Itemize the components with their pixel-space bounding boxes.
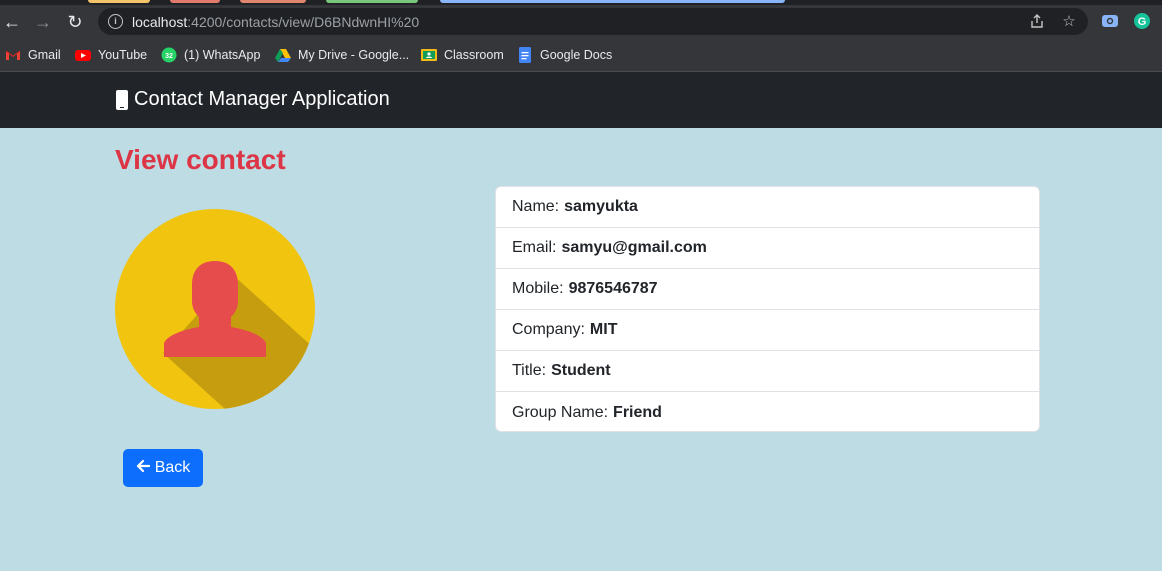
field-label: Mobile:: [512, 280, 564, 297]
svg-text:G: G: [1138, 16, 1147, 28]
list-item-mobile: Mobile: 9876546787: [496, 269, 1039, 310]
bookmark-classroom[interactable]: Classroom: [421, 38, 504, 71]
list-item-title: Title: Student: [496, 351, 1039, 392]
brand-label: Contact Manager Application: [134, 88, 390, 110]
field-value: 9876546787: [568, 280, 658, 297]
grammarly-icon[interactable]: G: [1133, 12, 1151, 30]
bookmark-label: Gmail: [28, 47, 61, 62]
contact-details-card: Name: samyukta Email: samyu@gmail.com Mobi…: [495, 186, 1040, 432]
field-value: Friend: [613, 403, 662, 421]
field-label: Name:: [512, 198, 560, 215]
google-docs-icon: [517, 46, 533, 63]
bookmark-star-icon[interactable]: ☆: [1060, 13, 1078, 31]
bookmark-youtube[interactable]: YouTube: [75, 38, 147, 71]
screen-capture-extension-icon[interactable]: [1101, 12, 1119, 30]
field-label: Title:: [512, 362, 547, 379]
address-bar[interactable]: i localhost:4200/contacts/view/D6BNdwnHI…: [98, 8, 1088, 35]
browser-tab[interactable]: [326, 0, 418, 3]
bookmarks-bar: Gmail YouTube 32 (1) WhatsApp My Drive -…: [0, 38, 1162, 72]
back-button[interactable]: Back: [123, 449, 203, 487]
field-value: samyukta: [564, 198, 638, 215]
bookmark-label: YouTube: [98, 47, 148, 62]
whatsapp-icon: 32: [161, 47, 177, 63]
field-value: MIT: [589, 321, 618, 338]
browser-tab[interactable]: [88, 0, 150, 3]
bookmark-whatsapp[interactable]: 32 (1) WhatsApp: [161, 38, 260, 71]
bookmark-label: My Drive - Google...: [298, 47, 410, 62]
url-text[interactable]: localhost:4200/contacts/view/D6BNdwnHI%2…: [132, 14, 419, 30]
youtube-icon: [75, 47, 91, 63]
back-button-label: Back: [154, 459, 191, 476]
list-item-email: Email: samyu@gmail.com: [496, 228, 1039, 269]
gmail-icon: [5, 47, 21, 63]
back-arrow-icon[interactable]: ←: [2, 12, 22, 32]
arrow-left-icon: [136, 459, 150, 478]
bookmark-google-drive[interactable]: My Drive - Google...: [275, 38, 409, 71]
field-label: Group Name:: [512, 403, 609, 421]
list-item-name: Name: samyukta: [496, 187, 1039, 228]
app-navbar: Contact Manager Application: [0, 72, 1162, 128]
classroom-icon: [421, 47, 437, 63]
field-label: Email:: [512, 239, 557, 256]
browser-tab-active[interactable]: [440, 0, 785, 3]
google-drive-icon: [275, 47, 291, 63]
bookmark-label: (1) WhatsApp: [184, 47, 261, 62]
reload-icon[interactable]: ↻: [65, 12, 85, 32]
forward-arrow-icon[interactable]: →: [33, 12, 53, 32]
list-item-company: Company: MIT: [496, 310, 1039, 351]
url-path: :4200/contacts/view/D6BNdwnHI%20: [187, 14, 420, 30]
user-avatar-icon: [115, 209, 315, 409]
field-label: Company:: [512, 321, 585, 338]
browser-tab[interactable]: [170, 0, 220, 3]
list-item-group-name: Group Name: Friend: [496, 392, 1039, 431]
field-value: samyu@gmail.com: [561, 239, 707, 256]
url-host: localhost: [132, 14, 188, 30]
navbar-brand[interactable]: Contact Manager Application: [116, 88, 390, 111]
browser-tab[interactable]: [240, 0, 306, 3]
bookmark-label: Classroom: [444, 47, 504, 62]
whatsapp-badge: 32: [165, 53, 173, 60]
share-icon[interactable]: [1028, 13, 1046, 31]
bookmark-gmail[interactable]: Gmail: [5, 38, 61, 71]
browser-toolbar: ← → ↻ i localhost:4200/contacts/view/D6B…: [0, 5, 1162, 38]
field-value: Student: [551, 362, 611, 379]
bookmark-label: Google Docs: [540, 47, 613, 62]
contact-avatar: [115, 209, 315, 409]
bookmark-google-docs[interactable]: Google Docs: [517, 38, 612, 71]
site-info-icon[interactable]: i: [108, 14, 123, 29]
mobile-phone-icon: [116, 89, 128, 110]
page-title: View contact: [115, 144, 286, 175]
